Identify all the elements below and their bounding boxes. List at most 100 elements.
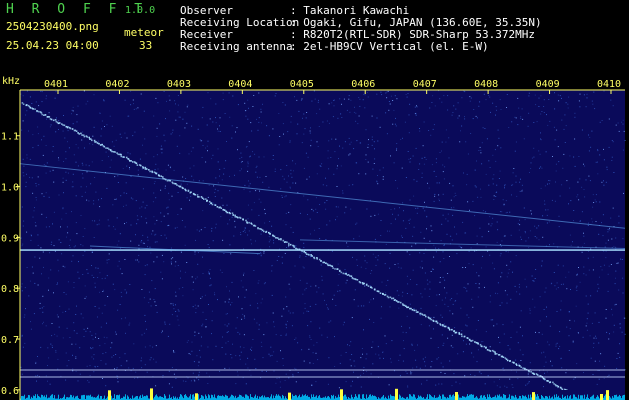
noise-dot — [248, 107, 249, 109]
noise-dot — [221, 197, 223, 199]
noise-dot — [227, 223, 229, 225]
noise-dot — [476, 160, 477, 162]
noise-dot — [170, 261, 172, 263]
noise-dot — [152, 230, 154, 232]
noise-dot — [82, 177, 84, 179]
noise-dot — [292, 312, 294, 314]
noise-dot — [419, 266, 421, 268]
activity-bar — [245, 394, 246, 400]
noise-dot — [273, 326, 275, 328]
noise-dot — [443, 244, 445, 246]
noise-dot — [540, 139, 542, 141]
activity-bar — [279, 395, 280, 400]
noise-dot — [610, 99, 612, 101]
noise-dot — [586, 318, 588, 320]
noise-dot — [178, 116, 180, 118]
noise-dot — [595, 335, 596, 337]
descending-trace-dot — [190, 191, 192, 193]
noise-dot — [317, 359, 319, 361]
noise-dot — [152, 346, 154, 348]
noise-dot — [416, 105, 417, 107]
noise-dot — [608, 265, 610, 267]
noise-dot — [282, 102, 284, 103]
noise-dot — [285, 373, 287, 375]
noise-dot — [243, 347, 245, 349]
spectrogram-plot: 0401 0402 0403 0404 0405 0406 0407 0408 0409 0410… — [0, 72, 629, 400]
noise-dot — [253, 202, 255, 204]
noise-dot — [256, 322, 258, 324]
noise-dot — [185, 380, 187, 382]
noise-dot — [603, 159, 605, 161]
noise-dot — [480, 149, 482, 151]
noise-dot — [215, 122, 217, 124]
noise-dot — [173, 169, 175, 171]
noise-dot — [541, 352, 543, 354]
noise-dot — [621, 331, 623, 333]
noise-dot — [474, 185, 476, 187]
noise-dot — [484, 128, 486, 129]
noise-dot — [445, 218, 447, 220]
noise-dot — [294, 265, 296, 267]
noise-dot — [568, 335, 570, 337]
activity-bar — [620, 396, 621, 400]
noise-dot — [402, 220, 404, 222]
noise-dot — [399, 375, 401, 377]
noise-dot — [548, 180, 550, 181]
noise-dot — [208, 247, 210, 249]
descending-trace-dot — [220, 207, 222, 209]
noise-dot — [404, 121, 406, 123]
noise-dot — [177, 95, 179, 96]
activity-bar — [87, 395, 88, 400]
noise-dot — [258, 198, 260, 200]
noise-dot — [401, 235, 403, 237]
activity-bar — [88, 395, 89, 400]
noise-dot — [268, 241, 270, 243]
noise-dot — [217, 161, 219, 163]
burst-bar — [395, 388, 398, 400]
noise-dot — [251, 243, 252, 245]
noise-dot — [317, 146, 319, 147]
noise-dot — [341, 103, 342, 105]
noise-dot — [623, 130, 625, 132]
noise-dot — [280, 350, 281, 352]
noise-dot — [130, 104, 132, 106]
noise-dot — [286, 247, 288, 248]
noise-dot — [544, 200, 545, 202]
noise-dot — [98, 199, 99, 201]
noise-dot — [473, 109, 475, 110]
noise-dot — [24, 314, 26, 316]
noise-dot — [377, 345, 379, 347]
noise-dot — [367, 161, 369, 163]
noise-dot — [262, 357, 264, 359]
noise-dot — [235, 327, 237, 329]
noise-dot — [165, 237, 167, 239]
noise-dot — [367, 146, 369, 148]
descending-trace-dot — [38, 110, 40, 113]
noise-dot — [472, 264, 474, 266]
noise-dot — [337, 117, 339, 119]
noise-dot — [492, 183, 494, 185]
noise-dot — [520, 310, 522, 312]
descending-trace-dot — [352, 277, 355, 280]
noise-dot — [163, 134, 165, 136]
noise-dot — [23, 165, 25, 167]
noise-dot — [219, 131, 221, 132]
noise-dot — [452, 185, 454, 187]
noise-dot — [447, 337, 449, 339]
noise-dot — [30, 239, 32, 241]
descending-trace-dot — [325, 262, 327, 264]
noise-dot — [452, 313, 454, 315]
activity-bar — [276, 394, 277, 400]
noise-dot — [528, 237, 530, 239]
noise-dot — [457, 117, 459, 119]
noise-dot — [244, 228, 246, 229]
noise-dot — [207, 196, 209, 198]
noise-dot — [76, 114, 78, 116]
noise-dot — [120, 365, 122, 367]
noise-dot — [342, 190, 344, 192]
noise-dot — [132, 367, 134, 369]
noise-dot — [495, 106, 497, 108]
noise-dot — [423, 237, 425, 239]
activity-bar — [430, 394, 431, 400]
noise-dot — [435, 162, 437, 164]
